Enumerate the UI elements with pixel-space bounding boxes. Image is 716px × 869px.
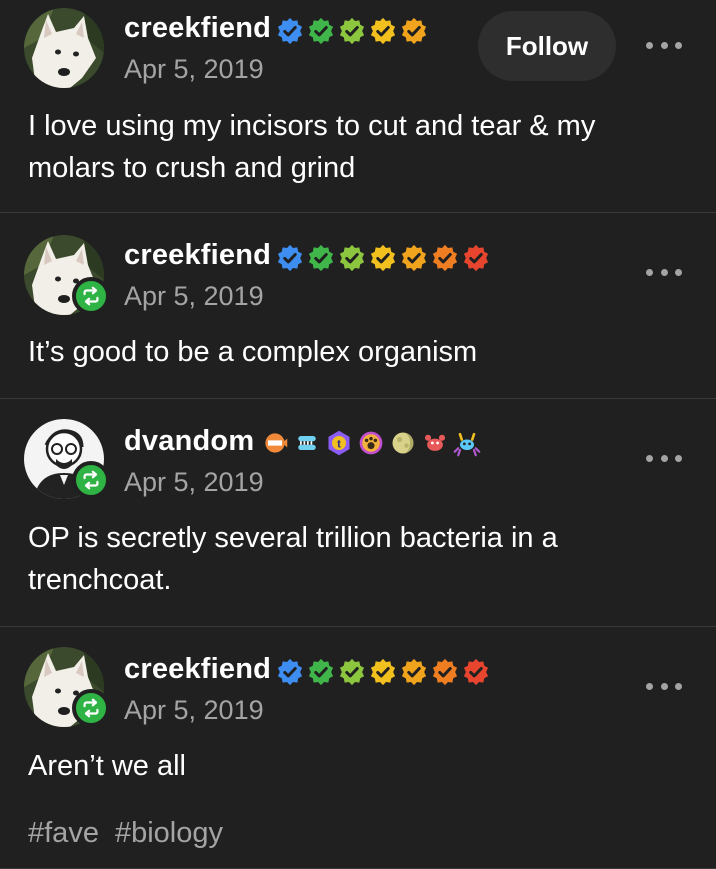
reblog-icon — [72, 689, 110, 727]
fish-badge-icon — [265, 433, 288, 453]
checkmark-badge-icon — [462, 658, 490, 686]
checkmark-badge-icon — [338, 244, 366, 272]
checkmark-badge-icon — [276, 244, 304, 272]
checkmark-badge-icon — [338, 658, 366, 686]
username[interactable]: creekfiend — [124, 12, 271, 45]
badge-row — [276, 17, 428, 45]
checkmark-badge-icon — [400, 244, 428, 272]
moon-badge-icon — [392, 432, 414, 454]
checkmark-badge-icon — [307, 658, 335, 686]
avatar[interactable] — [24, 8, 104, 88]
username[interactable]: dvandom — [124, 425, 254, 458]
follow-button[interactable]: Follow — [478, 11, 616, 81]
checkmark-badge-icon — [431, 658, 459, 686]
username[interactable]: creekfiend — [124, 239, 271, 272]
more-options-icon[interactable] — [646, 451, 682, 465]
avatar[interactable] — [24, 419, 110, 499]
checkmark-badge-icon — [369, 658, 397, 686]
post-original: creekfiend Apr 5, 2019 Follow I love usi… — [0, 0, 716, 213]
more-options-icon[interactable] — [646, 679, 682, 693]
tag-list: #fave #biology — [28, 817, 223, 850]
post-text: Aren’t we all — [28, 750, 186, 782]
avatar[interactable] — [24, 647, 110, 727]
svg-text:t: t — [337, 438, 341, 450]
checkmark-badge-icon — [431, 244, 459, 272]
badge-row — [276, 658, 490, 686]
more-options-icon[interactable] — [646, 38, 682, 52]
checkmark-badge-icon — [307, 17, 335, 45]
post-date[interactable]: Apr 5, 2019 — [124, 467, 264, 498]
checkmark-badge-icon — [369, 244, 397, 272]
checkmark-badge-icon — [369, 17, 397, 45]
checkmark-badge-icon — [338, 17, 366, 45]
reblog-entry: creekfiend Apr 5, 2019 It’s good to be a… — [0, 213, 716, 399]
tag-biology[interactable]: #biology — [115, 817, 223, 850]
checkmark-badge-icon — [276, 658, 304, 686]
crab-badge-icon — [424, 434, 446, 451]
badge-row — [276, 244, 490, 272]
checkmark-badge-icon — [276, 17, 304, 45]
rainbow-crab-badge-icon — [453, 432, 481, 457]
paw-badge-icon — [359, 431, 383, 455]
reblog-entry: dvandom t Apr 5, 2019 OP is secretly sev… — [0, 399, 716, 627]
post-date[interactable]: Apr 5, 2019 — [124, 281, 264, 312]
reblog-icon — [72, 277, 110, 315]
tag-fave[interactable]: #fave — [28, 817, 99, 850]
checkmark-badge-icon — [307, 244, 335, 272]
checkmark-badge-icon — [462, 244, 490, 272]
username[interactable]: creekfiend — [124, 653, 271, 686]
reblog-entry: creekfiend Apr 5, 2019 Aren’t we all #fa… — [0, 627, 716, 869]
post-text: OP is secretly several trillion bacteria… — [28, 522, 558, 596]
dog-avatar-icon — [24, 8, 104, 88]
post-text: It’s good to be a complex organism — [28, 336, 478, 368]
badge-row: t — [261, 429, 481, 457]
tumblr-badge-icon: t — [328, 430, 350, 456]
more-options-icon[interactable] — [646, 265, 682, 279]
checkmark-badge-icon — [400, 17, 428, 45]
avatar[interactable] — [24, 235, 110, 315]
post-text: I love using my incisors to cut and tear… — [28, 110, 596, 184]
post-date[interactable]: Apr 5, 2019 — [124, 54, 264, 85]
teeth-badge-icon — [298, 436, 316, 450]
reblog-icon — [72, 461, 110, 499]
post-date[interactable]: Apr 5, 2019 — [124, 695, 264, 726]
checkmark-badge-icon — [400, 658, 428, 686]
